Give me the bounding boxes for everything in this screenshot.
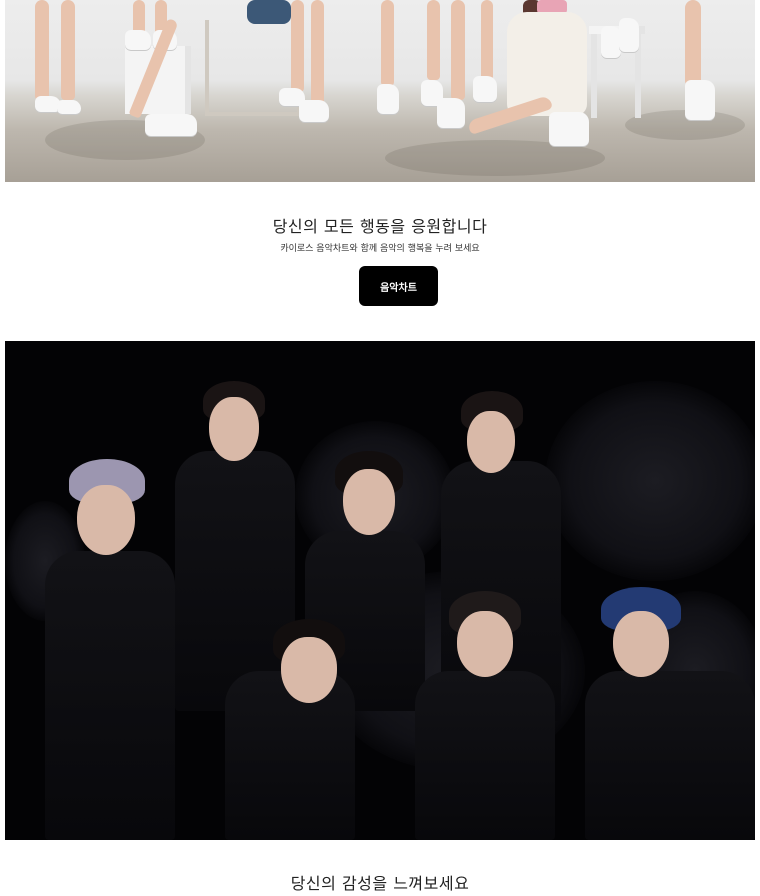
music-chart-button[interactable]: 음악차트: [359, 266, 438, 306]
section-2-text: 당신의 감성을 느껴보세요: [0, 870, 760, 894]
group-photo-light: [5, 0, 755, 182]
section-2-heading: 당신의 감성을 느껴보세요: [290, 874, 470, 893]
section-1-subtext: 카이로스 음악차트와 함께 음악의 행복을 누려 보세요: [280, 244, 480, 254]
group-photo-dark: [5, 341, 755, 840]
section-1-heading: 당신의 모든 행동을 응원합니다: [272, 217, 488, 236]
section-1-text: 당신의 모든 행동을 응원합니다 카이로스 음악차트와 함께 음악의 행복을 누…: [0, 213, 760, 254]
